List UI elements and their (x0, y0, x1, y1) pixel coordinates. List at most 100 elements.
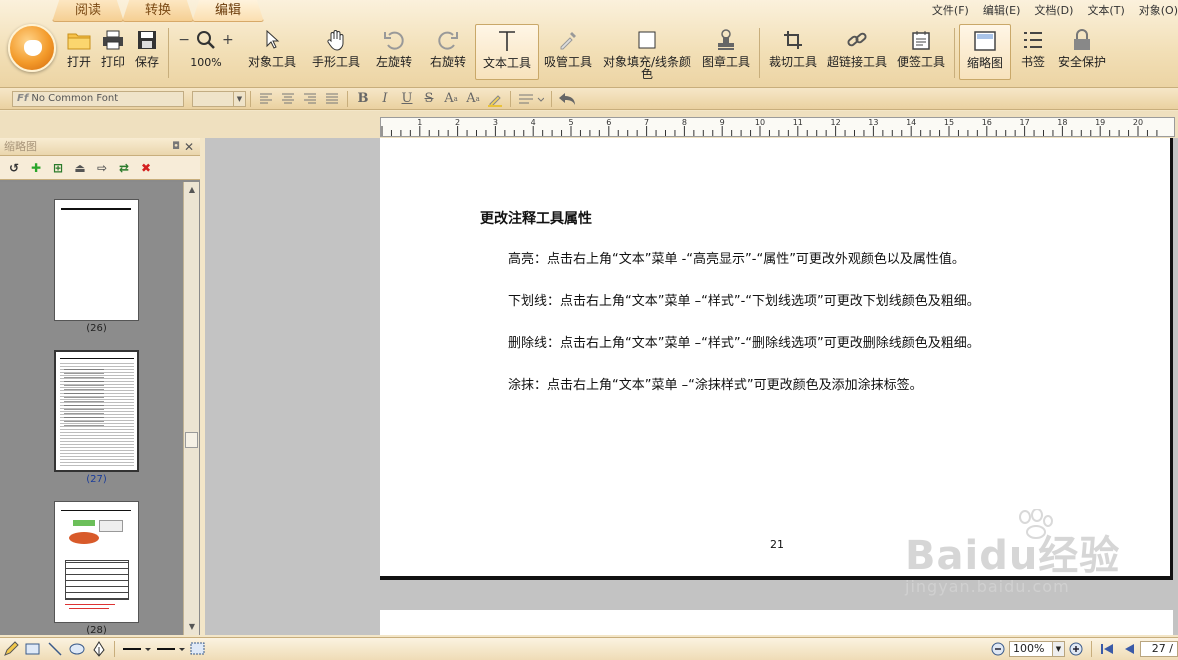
crop-tool-button[interactable]: 裁切工具 (764, 24, 822, 80)
pen-nib-icon[interactable] (88, 639, 110, 659)
thumbnail-button[interactable]: 缩略图 (959, 24, 1011, 80)
main-toolbar: 打开 打印 保存 − + 100% 对象工具 手形工具 左旋转 右旋转 文本工具… (62, 24, 1109, 84)
format-toolbar: Ff No Common Font ▼ B I U S Aa Aa (0, 88, 1178, 110)
thumbnail-page-28[interactable] (54, 501, 139, 623)
bookmark-list-icon (1020, 28, 1046, 52)
object-tool-button[interactable]: 对象工具 (239, 24, 305, 80)
page-number: 21 (770, 538, 784, 551)
font-family-select[interactable]: Ff No Common Font (12, 90, 184, 107)
print-button[interactable]: 打印 (96, 24, 130, 80)
undo-arrow-icon[interactable] (556, 90, 578, 108)
security-button[interactable]: 安全保护 (1055, 24, 1109, 80)
ellipse-icon[interactable] (66, 639, 88, 659)
page-number-field[interactable]: 27 / (1140, 641, 1178, 657)
superscript-icon[interactable]: Aa (440, 90, 462, 108)
italic-icon[interactable]: I (374, 90, 396, 108)
highlight-pen-icon[interactable] (484, 90, 506, 108)
tab-edit[interactable]: 编辑 (192, 0, 264, 22)
ruler-number: 6 (606, 118, 611, 127)
fill-stroke-button[interactable]: 对象填充/线条颜色 (597, 24, 697, 80)
align-center-icon[interactable] (277, 90, 299, 108)
chevron-down-icon[interactable]: ▼ (233, 91, 245, 106)
line-weight-icon[interactable] (153, 639, 187, 659)
selection-box-icon[interactable] (187, 639, 209, 659)
previous-page-icon[interactable] (1118, 639, 1140, 659)
menu-text[interactable]: 文本(T) (1087, 2, 1124, 18)
folder-icon (66, 28, 92, 52)
eyedropper-button[interactable]: 吸管工具 (539, 24, 597, 80)
stamp-tool-button[interactable]: 图章工具 (697, 24, 755, 80)
pin-icon[interactable]: ◘ (172, 138, 180, 156)
subscript-icon[interactable]: Aa (462, 90, 484, 108)
open-button[interactable]: 打开 (62, 24, 96, 80)
save-button[interactable]: 保存 (130, 24, 164, 80)
menu-document[interactable]: 文档(D) (1034, 2, 1073, 18)
align-right-icon[interactable] (299, 90, 321, 108)
add-page-icon[interactable]: ✚ (28, 160, 44, 176)
scrollbar-thumb[interactable] (185, 432, 198, 448)
line-spacing-icon[interactable] (515, 90, 547, 108)
ruler-number: 9 (720, 118, 725, 127)
status-divider (114, 641, 115, 657)
zoom-group: − + 100% (173, 24, 239, 69)
export-page-icon[interactable]: ⇨ (94, 160, 110, 176)
ruler-number: 3 (493, 118, 498, 127)
format-divider (510, 90, 511, 107)
line-style-icon[interactable] (119, 639, 153, 659)
bold-icon[interactable]: B (352, 90, 374, 108)
object-tool-label: 对象工具 (247, 55, 296, 69)
font-size-select[interactable]: ▼ (192, 90, 246, 107)
magnifier-icon[interactable] (196, 30, 216, 50)
line-icon[interactable] (44, 639, 66, 659)
underline-icon[interactable]: U (396, 90, 418, 108)
zoom-in-icon[interactable] (1065, 639, 1087, 659)
rotate-left-button[interactable]: 左旋转 (367, 24, 421, 80)
strikethrough-icon[interactable]: S (418, 90, 440, 108)
text-tool-button[interactable]: 文本工具 (475, 24, 539, 80)
menu-object[interactable]: 对象(O) (1139, 2, 1178, 18)
lock-icon (1069, 28, 1095, 52)
tab-read[interactable]: 阅读 (52, 0, 124, 22)
menu-file[interactable]: 文件(F) (932, 2, 969, 18)
zoom-in-icon[interactable]: + (222, 32, 234, 48)
document-heading: 更改注释工具属性 (480, 211, 592, 227)
rotate-right-button[interactable]: 右旋转 (421, 24, 475, 80)
menu-edit[interactable]: 编辑(E) (983, 2, 1021, 18)
thumbnail-page-27[interactable] (54, 350, 139, 472)
ruler-number: 7 (644, 118, 649, 127)
link-tool-button[interactable]: 超链接工具 (822, 24, 892, 80)
align-justify-icon[interactable] (321, 90, 343, 108)
replace-page-icon[interactable]: ⇄ (116, 160, 132, 176)
scroll-down-icon[interactable]: ▼ (186, 621, 198, 633)
status-bar: 100% ▼ 27 / (0, 637, 1178, 660)
delete-page-icon[interactable]: ✖ (138, 160, 154, 176)
align-left-icon[interactable] (255, 90, 277, 108)
hand-tool-label: 手形工具 (311, 55, 360, 69)
bookmark-button[interactable]: 书签 (1011, 24, 1055, 80)
printer-icon (100, 28, 126, 52)
note-tool-button[interactable]: 便签工具 (892, 24, 950, 80)
rotate-page-icon[interactable]: ↺ (6, 160, 22, 176)
font-family-value: No Common Font (31, 92, 119, 104)
stamp-tool-label: 图章工具 (701, 55, 750, 69)
tab-convert[interactable]: 转换 (122, 0, 194, 22)
app-logo-button[interactable] (8, 24, 56, 72)
eyedropper-label: 吸管工具 (543, 55, 592, 69)
zoom-out-icon[interactable]: − (178, 32, 190, 48)
thumbnail-page-26[interactable] (54, 199, 139, 321)
rectangle-icon[interactable] (22, 639, 44, 659)
zoom-select[interactable]: 100% ▼ (1009, 641, 1065, 657)
horizontal-ruler: 1 2 3 4 5 6 7 8 9 10 11 12 13 14 15 16 17 18 19 20 (380, 117, 1175, 137)
thumbnail-scrollbar[interactable]: ▲ ▼ (183, 182, 199, 635)
floppy-icon (134, 28, 160, 52)
rotate-left-icon (381, 28, 407, 52)
hand-tool-button[interactable]: 手形工具 (305, 24, 367, 80)
extract-page-icon[interactable]: ⏏ (72, 160, 88, 176)
scroll-up-icon[interactable]: ▲ (186, 184, 198, 196)
zoom-out-icon[interactable] (987, 639, 1009, 659)
insert-page-icon[interactable]: ⊞ (50, 160, 66, 176)
first-page-icon[interactable] (1096, 639, 1118, 659)
chevron-down-icon[interactable]: ▼ (1052, 642, 1064, 656)
pencil-icon[interactable] (0, 639, 22, 659)
close-icon[interactable]: ✕ (184, 138, 194, 156)
